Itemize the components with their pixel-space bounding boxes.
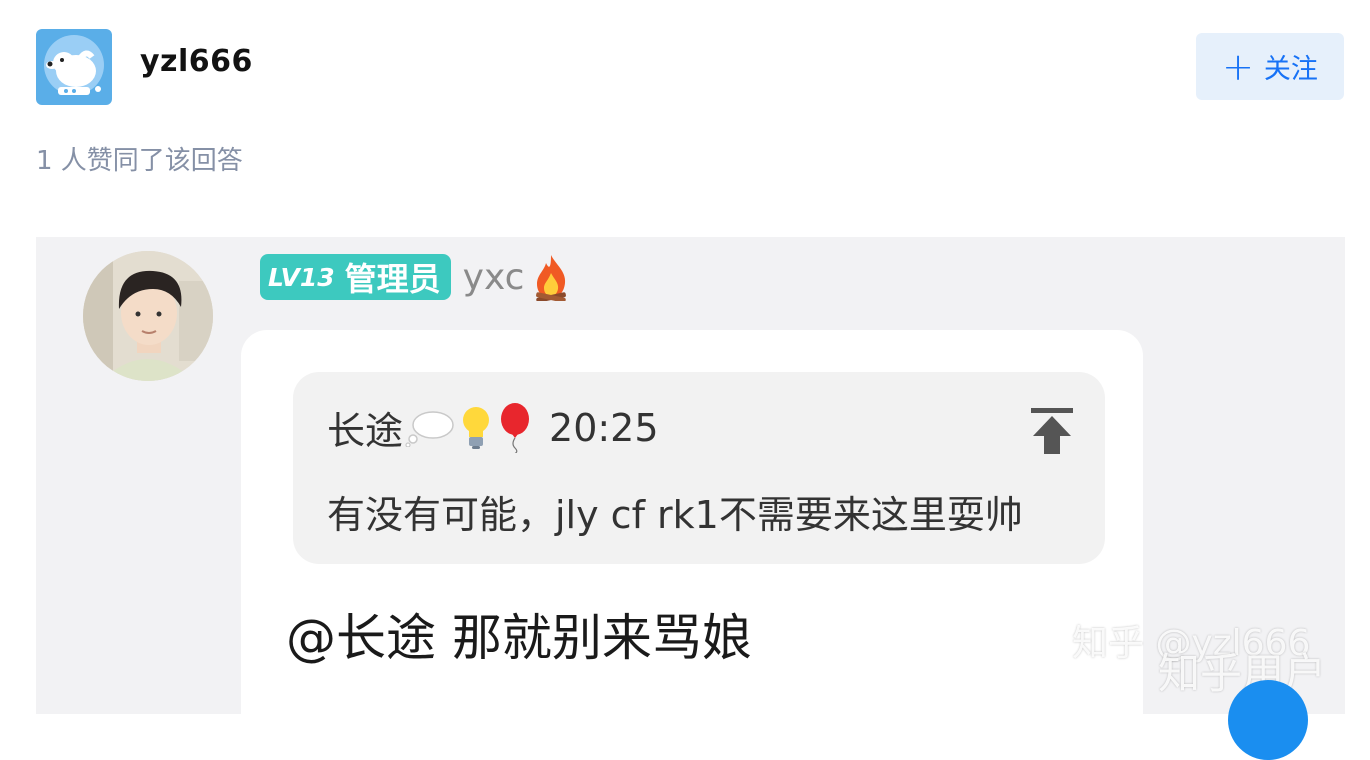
lightbulb-icon [463,406,490,449]
follow-label: 关注 [1263,54,1318,85]
balloon-icon [501,402,530,453]
author-name[interactable]: yzl666 [140,44,253,79]
level-label: LV13 [268,262,335,292]
dog-avatar-icon [44,35,104,95]
reply-text: @长途 那就别来骂娘 [286,609,752,667]
fire-icon [536,255,567,301]
thought-bubble-icon [405,410,454,447]
quote-author: 长途 [327,409,404,453]
role-badge: LV13 管理员 [260,254,451,300]
poster-name: yxc [462,256,525,298]
vote-count: 1 人赞同了该回答 [36,146,243,176]
pin-to-top-icon[interactable] [1029,406,1075,456]
poster-meta: LV13 管理员 yxc [260,253,572,301]
plus-icon: + [1222,44,1254,89]
message-bubble: 长途 20:25 有没有可能，jly cf rk1不需要来这里耍帅 @长途 那就… [241,330,1143,714]
quoted-message[interactable]: 长途 20:25 有没有可能，jly cf rk1不需要来这里耍帅 [293,372,1105,564]
role-label: 管理员 [344,260,441,298]
follow-button[interactable]: + 关注 [1196,33,1344,100]
floating-action-button[interactable] [1228,680,1308,760]
quote-text: 有没有可能，jly cf rk1不需要来这里耍帅 [327,493,1023,537]
quote-time: 20:25 [549,405,659,450]
author-avatar[interactable] [36,29,112,105]
poster-avatar [83,251,213,381]
